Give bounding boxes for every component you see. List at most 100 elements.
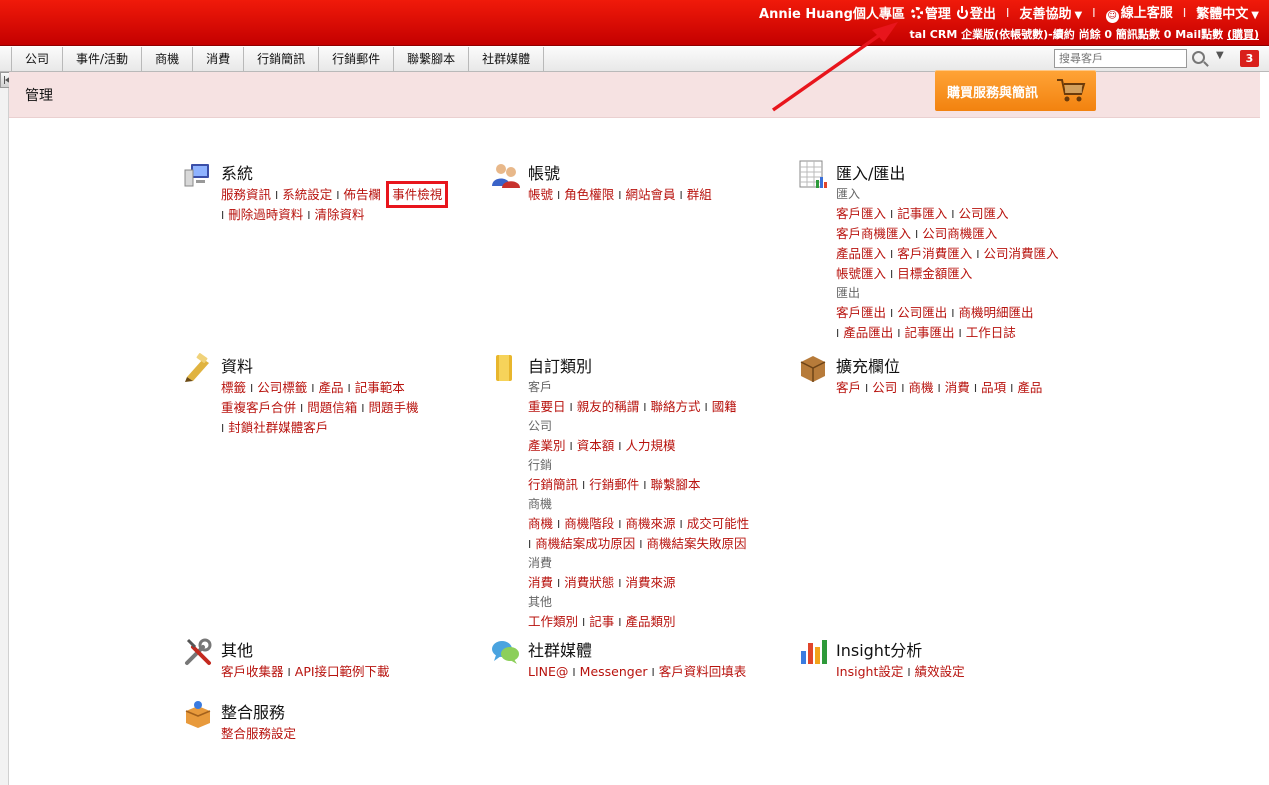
link-loss-reasons[interactable]: 商機結案失敗原因 (647, 536, 747, 551)
section-title: 資料 (221, 357, 254, 376)
link-block-social-customers[interactable]: 封鎖社群媒體客戶 (228, 420, 328, 435)
link-account[interactable]: 帳號 (528, 187, 553, 202)
section-links: 客戶 I 公司 I 商機 I 消費 I 品項 I 產品 (836, 380, 1043, 395)
buy-service-button[interactable]: 購買服務與簡訊 (935, 70, 1096, 111)
link-line[interactable]: LINE@ (528, 664, 568, 679)
link-relationships[interactable]: 親友的稱謂 (577, 399, 640, 414)
link-contact-methods[interactable]: 聯絡方式 (651, 399, 701, 414)
support-link[interactable]: ☺ 線上客服 (1105, 2, 1173, 23)
buy-points-link[interactable]: (購買) (1227, 28, 1259, 41)
link-contact-script[interactable]: 聯繫腳本 (651, 477, 701, 492)
link-import-company-opps[interactable]: 公司商機匯入 (922, 226, 997, 241)
link-export-notes[interactable]: 記事匯出 (905, 325, 955, 340)
link-note-templates[interactable]: 記事範本 (355, 380, 405, 395)
link-problem-phones[interactable]: 問題手機 (369, 400, 419, 415)
module-tab[interactable]: 公司 (12, 47, 64, 72)
link-marketing-sms[interactable]: 行銷簡訊 (528, 477, 578, 492)
link-export-companies[interactable]: 公司匯出 (897, 305, 947, 320)
link-import-customers[interactable]: 客戶匯入 (836, 206, 886, 221)
link-export-products[interactable]: 產品匯出 (843, 325, 893, 340)
admin-link[interactable]: 管理 (910, 3, 951, 22)
link-ext-company[interactable]: 公司 (872, 380, 897, 395)
link-ext-items[interactable]: 品項 (981, 380, 1006, 395)
link-role-permissions[interactable]: 角色權限 (564, 187, 614, 202)
link-ext-products[interactable]: 產品 (1017, 380, 1042, 395)
link-import-products[interactable]: 產品匯入 (836, 246, 886, 261)
link-export-customers[interactable]: 客戶匯出 (836, 305, 886, 320)
chevron-down-icon: ▼ (1251, 10, 1259, 21)
module-tab[interactable]: 社群媒體 (469, 47, 545, 72)
link-api-samples[interactable]: API接口範例下載 (295, 664, 390, 679)
link-win-probability[interactable]: 成交可能性 (687, 516, 750, 531)
help-menu[interactable]: 友善協助 ▼ (1019, 3, 1082, 22)
link-products[interactable]: 產品 (319, 380, 344, 395)
link-opportunity[interactable]: 商機 (528, 516, 553, 531)
module-tab[interactable]: 商機 (142, 47, 194, 72)
link-groups[interactable]: 群組 (687, 187, 712, 202)
link-insight-settings[interactable]: Insight設定 (836, 664, 903, 679)
link-tags[interactable]: 標籤 (221, 380, 246, 395)
link-opp-source[interactable]: 商機來源 (626, 516, 676, 531)
link-ext-opportunity[interactable]: 商機 (909, 380, 934, 395)
link-import-companies[interactable]: 公司匯入 (959, 206, 1009, 221)
section-links: 服務資訊 I 系統設定 I 佈告欄 I 事件檢視 I 刪除過時資料 I 清除資料 (221, 181, 449, 222)
link-work-log[interactable]: 工作日誌 (966, 325, 1016, 340)
link-integration-settings[interactable]: 整合服務設定 (221, 726, 296, 741)
section-title: Insight分析 (836, 641, 923, 660)
link-import-customer-sales[interactable]: 客戶消費匯入 (897, 246, 972, 261)
link-import-customer-opps[interactable]: 客戶商機匯入 (836, 226, 911, 241)
module-tab[interactable]: 消費 (193, 47, 245, 72)
link-system-settings[interactable]: 系統設定 (282, 187, 332, 202)
logout-link[interactable]: 登出 (956, 3, 996, 22)
link-import-company-sales[interactable]: 公司消費匯入 (984, 246, 1059, 261)
link-delete-outdated[interactable]: 刪除過時資料 (228, 207, 303, 222)
separator: I (1005, 5, 1010, 20)
module-tab[interactable]: 行銷郵件 (319, 47, 395, 72)
link-win-reasons[interactable]: 商機結案成功原因 (535, 536, 635, 551)
customer-search-input[interactable] (1054, 49, 1187, 68)
link-merge-duplicates[interactable]: 重複客戶合併 (221, 400, 296, 415)
link-clear-data[interactable]: 清除資料 (315, 207, 365, 222)
link-service-info[interactable]: 服務資訊 (221, 187, 271, 202)
link-sales-source[interactable]: 消費來源 (626, 575, 676, 590)
link-import-notes[interactable]: 記事匯入 (897, 206, 947, 221)
chevron-down-icon[interactable]: ▼ (1216, 50, 1224, 61)
buy-service-label: 購買服務與簡訊 (947, 86, 1039, 101)
module-tab[interactable]: 行銷簡訊 (244, 47, 320, 72)
link-work-category[interactable]: 工作類別 (528, 614, 578, 629)
module-tab[interactable]: 聯繫腳本 (394, 47, 470, 72)
notification-badge[interactable]: 3 (1240, 50, 1259, 67)
group-label: 商機 (528, 497, 553, 511)
section-title: 帳號 (528, 164, 561, 183)
module-tab[interactable]: 事件/活動 (63, 47, 143, 72)
link-nationality[interactable]: 國籍 (712, 399, 737, 414)
link-site-members[interactable]: 網站會員 (626, 187, 676, 202)
link-capital[interactable]: 資本額 (577, 438, 615, 453)
link-sales[interactable]: 消費 (528, 575, 553, 590)
link-event-view[interactable]: 事件檢視 (386, 181, 449, 208)
link-notes[interactable]: 記事 (589, 614, 614, 629)
link-import-accounts[interactable]: 帳號匯入 (836, 266, 886, 281)
power-icon (956, 6, 968, 19)
user-area-link[interactable]: Annie Huang個人專區 (759, 3, 905, 22)
link-ext-customer[interactable]: 客戶 (836, 380, 861, 395)
link-messenger[interactable]: Messenger (580, 664, 648, 679)
link-product-category[interactable]: 產品類別 (626, 614, 676, 629)
link-performance-settings[interactable]: 績效設定 (915, 664, 965, 679)
search-icon[interactable] (1192, 51, 1205, 64)
link-company-tags[interactable]: 公司標籤 (257, 380, 307, 395)
link-ext-sales[interactable]: 消費 (945, 380, 970, 395)
link-problem-emails[interactable]: 問題信箱 (307, 400, 357, 415)
link-marketing-email[interactable]: 行銷郵件 (589, 477, 639, 492)
link-bulletin[interactable]: 佈告欄 (344, 187, 382, 202)
link-export-opp-details[interactable]: 商機明細匯出 (959, 305, 1034, 320)
link-sales-status[interactable]: 消費狀態 (564, 575, 614, 590)
link-import-targets[interactable]: 目標金額匯入 (897, 266, 972, 281)
link-headcount[interactable]: 人力規模 (626, 438, 676, 453)
link-industry[interactable]: 產業別 (528, 438, 566, 453)
link-customer-form[interactable]: 客戶資料回填表 (659, 664, 747, 679)
link-important-days[interactable]: 重要日 (528, 399, 566, 414)
link-opp-stage[interactable]: 商機階段 (564, 516, 614, 531)
language-menu[interactable]: 繁體中文 ▼ (1196, 3, 1259, 22)
link-customer-collector[interactable]: 客戶收集器 (221, 664, 284, 679)
